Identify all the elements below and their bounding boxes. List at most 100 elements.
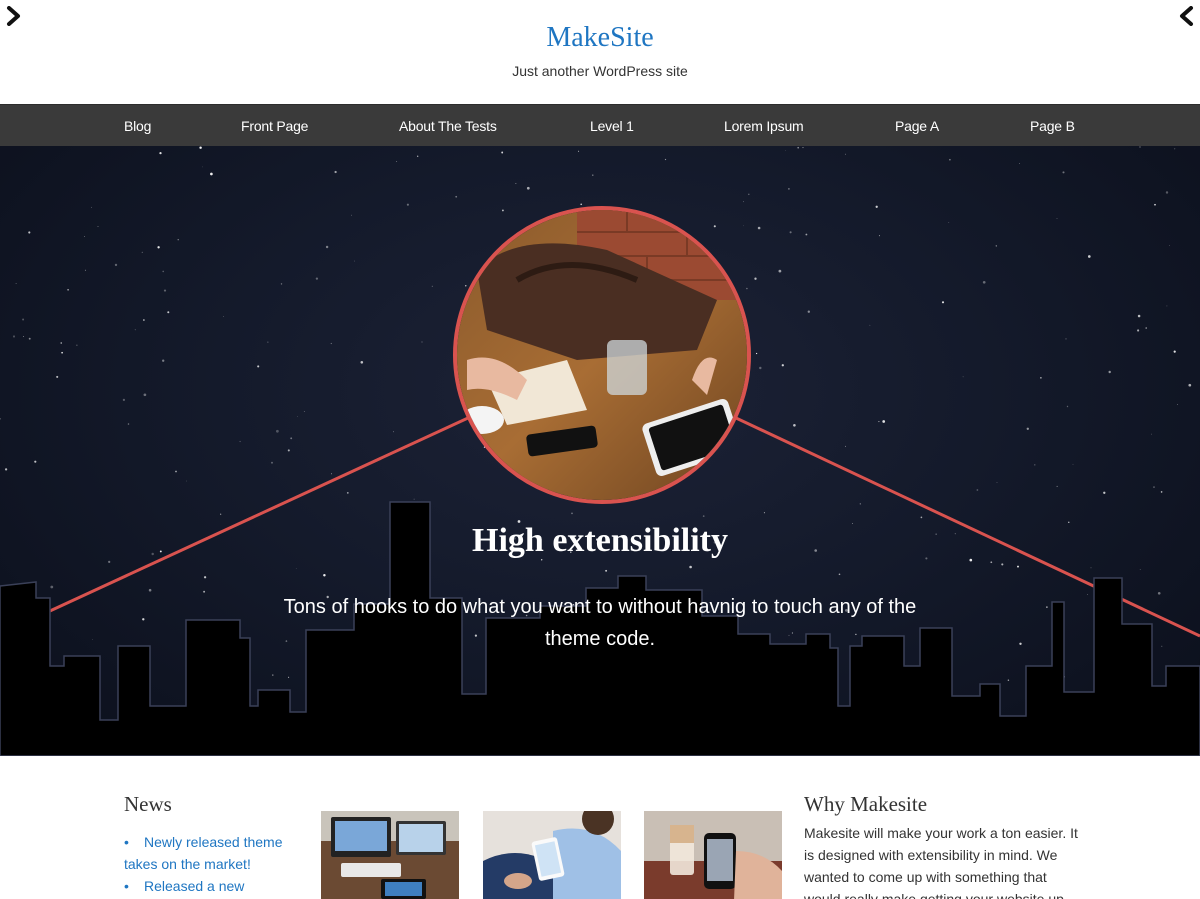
nav-link-front-page[interactable]: Front Page bbox=[241, 118, 308, 134]
hero-slider: High extensibility Tons of hooks to do w… bbox=[0, 146, 1200, 756]
thumbnail-phone-coffee[interactable] bbox=[644, 811, 782, 899]
news-list: • Newly released theme takes on the marke… bbox=[124, 831, 304, 897]
star bbox=[28, 337, 31, 340]
star bbox=[571, 512, 573, 515]
star bbox=[1046, 606, 1048, 608]
star bbox=[396, 161, 398, 162]
star bbox=[844, 445, 846, 447]
star bbox=[203, 576, 207, 579]
star bbox=[882, 420, 886, 423]
star bbox=[67, 288, 69, 291]
hero-description: Tons of hooks to do what you want to wit… bbox=[283, 596, 917, 650]
star bbox=[526, 186, 530, 190]
nav-link-lorem-ipsum[interactable]: Lorem Ipsum bbox=[724, 118, 804, 134]
star bbox=[1087, 255, 1091, 258]
star bbox=[755, 352, 758, 355]
star bbox=[162, 359, 165, 362]
star bbox=[1166, 305, 1168, 307]
star bbox=[84, 236, 85, 237]
nav-link-page-b[interactable]: Page B bbox=[1030, 118, 1075, 134]
bullet-icon: • bbox=[124, 878, 129, 894]
nav-link-about-the-tests[interactable]: About The Tests bbox=[399, 118, 497, 134]
star bbox=[515, 183, 517, 185]
star bbox=[689, 565, 692, 569]
site-title-link[interactable]: MakeSite bbox=[546, 21, 653, 55]
chevron-right-icon[interactable] bbox=[4, 6, 24, 26]
star bbox=[325, 245, 329, 249]
star bbox=[76, 344, 78, 346]
star bbox=[413, 498, 415, 500]
why-makesite-widget: Why Makesite Makesite will make your wor… bbox=[804, 792, 1080, 899]
meeting-table-photo bbox=[457, 210, 747, 500]
nav-item-about-the-tests: About The Tests bbox=[399, 105, 497, 147]
star bbox=[334, 170, 337, 174]
star bbox=[1065, 338, 1067, 340]
nav-link-level-1[interactable]: Level 1 bbox=[590, 118, 634, 134]
star bbox=[878, 235, 880, 237]
star bbox=[702, 515, 705, 517]
nav-link-page-a[interactable]: Page A bbox=[895, 118, 939, 134]
star bbox=[754, 277, 757, 280]
star bbox=[288, 676, 290, 678]
star bbox=[605, 569, 608, 572]
star bbox=[1108, 370, 1111, 374]
news-link[interactable]: Newly released theme bbox=[130, 834, 283, 850]
star bbox=[995, 245, 997, 247]
star bbox=[1019, 642, 1022, 645]
star bbox=[143, 393, 147, 397]
nav-item-blog: Blog bbox=[124, 105, 151, 147]
star bbox=[797, 146, 800, 149]
star bbox=[802, 147, 804, 149]
star bbox=[23, 335, 24, 337]
star bbox=[12, 335, 16, 338]
star bbox=[1007, 679, 1010, 681]
news-item: • Released a new bbox=[124, 875, 304, 897]
star bbox=[148, 588, 152, 592]
chevron-left-icon[interactable] bbox=[1176, 6, 1196, 26]
star bbox=[323, 574, 326, 577]
news-link[interactable]: takes on the market! bbox=[124, 853, 251, 875]
star bbox=[1103, 491, 1106, 494]
star bbox=[1056, 485, 1058, 487]
star bbox=[431, 285, 433, 287]
thumbnail-tablet-user[interactable] bbox=[483, 811, 621, 899]
star bbox=[267, 341, 269, 343]
star bbox=[127, 423, 130, 425]
star bbox=[351, 214, 353, 216]
star bbox=[805, 233, 808, 236]
star bbox=[220, 513, 222, 515]
star bbox=[346, 492, 349, 494]
star bbox=[297, 416, 298, 417]
star bbox=[1153, 486, 1155, 488]
hero-photo-circle bbox=[453, 206, 751, 504]
star bbox=[56, 375, 59, 378]
star bbox=[280, 283, 283, 285]
star bbox=[157, 246, 160, 249]
star bbox=[290, 437, 293, 440]
star bbox=[1188, 383, 1192, 387]
star bbox=[199, 146, 202, 149]
star bbox=[1174, 148, 1176, 150]
star bbox=[982, 280, 986, 284]
star bbox=[331, 473, 333, 475]
nav-item-lorem-ipsum: Lorem Ipsum bbox=[724, 105, 804, 147]
star bbox=[1137, 314, 1141, 318]
star bbox=[1019, 163, 1020, 164]
star bbox=[501, 209, 504, 212]
star bbox=[1169, 245, 1170, 246]
star bbox=[167, 311, 170, 314]
star bbox=[142, 618, 145, 621]
star bbox=[789, 231, 792, 234]
star bbox=[114, 263, 118, 267]
star bbox=[1026, 427, 1029, 430]
star bbox=[869, 324, 871, 326]
star bbox=[778, 269, 782, 273]
star bbox=[330, 342, 332, 345]
news-link[interactable]: Released a new bbox=[130, 878, 244, 894]
nav-link-blog[interactable]: Blog bbox=[124, 118, 151, 134]
star bbox=[1017, 565, 1019, 568]
star bbox=[580, 203, 583, 206]
star bbox=[1087, 594, 1088, 595]
thumbnail-desk-computer[interactable] bbox=[321, 811, 459, 899]
star bbox=[177, 239, 179, 241]
